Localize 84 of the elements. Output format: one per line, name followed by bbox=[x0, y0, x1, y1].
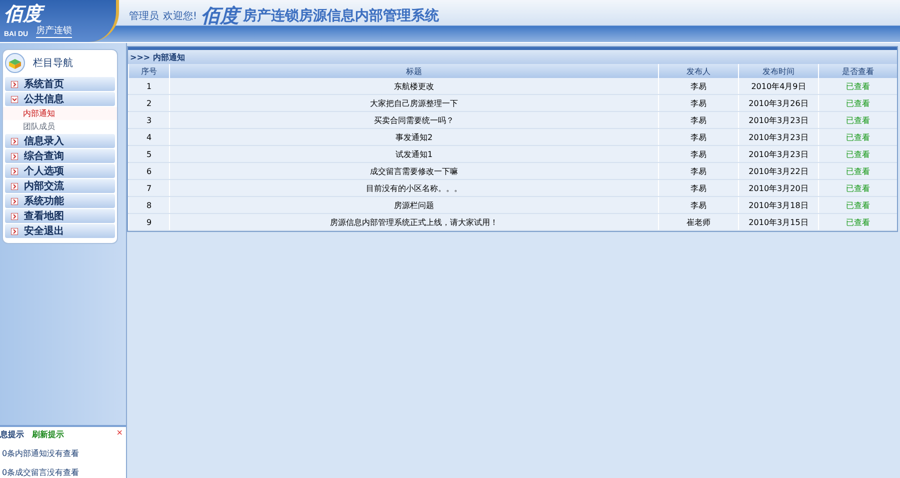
table-cell: 李易 bbox=[658, 162, 738, 180]
table-cell: 李易 bbox=[658, 94, 738, 112]
nav-item[interactable]: 综合查询 bbox=[5, 149, 115, 163]
table-cell: 2010年3月15日 bbox=[738, 214, 818, 230]
table-cell: 李易 bbox=[658, 146, 738, 162]
nav-item[interactable]: 内部交流 bbox=[5, 179, 115, 193]
notice-title-link[interactable]: 东航楼更改 bbox=[170, 78, 658, 94]
table-cell: 李易 bbox=[658, 78, 738, 94]
column-header: 是否查看 bbox=[818, 64, 897, 78]
chevron-right-icon bbox=[11, 212, 18, 220]
system-title: 房产连锁房源信息内部管理系统 bbox=[243, 7, 440, 25]
table-cell: 2 bbox=[128, 94, 170, 112]
table-cell: 已查看 bbox=[818, 112, 897, 128]
breadcrumb: >>> 内部通知 bbox=[128, 47, 897, 64]
table-cell: 李易 bbox=[658, 180, 738, 196]
chevron-right-icon bbox=[11, 168, 18, 174]
table-cell: 7 bbox=[128, 180, 170, 196]
notice-title-link[interactable]: 目前没有的小区名称。。。 bbox=[170, 180, 658, 196]
table-cell: 已查看 bbox=[818, 78, 897, 94]
logo-tagline: 房产连锁 bbox=[36, 24, 72, 38]
nav-subitem[interactable]: 团队成员 bbox=[3, 120, 117, 133]
table-cell: 8 bbox=[128, 196, 170, 214]
chevron-right-icon bbox=[11, 182, 18, 190]
notice-title-link[interactable]: 房源信息内部管理系统正式上线，请大家试用！ bbox=[170, 214, 658, 230]
table-cell: 2010年3月20日 bbox=[738, 180, 818, 196]
notice-title-link[interactable]: 试发通知1 bbox=[170, 146, 658, 162]
column-header: 发布时间 bbox=[738, 64, 818, 78]
table-cell: 5 bbox=[128, 146, 170, 162]
welcome-text: 欢迎您! bbox=[163, 10, 198, 23]
chevron-right-icon bbox=[11, 80, 18, 88]
chevron-right-icon bbox=[11, 198, 18, 204]
table-cell: 已查看 bbox=[818, 214, 897, 230]
table-cell: 1 bbox=[128, 78, 170, 94]
table-cell: 4 bbox=[128, 128, 170, 146]
chevron-right-icon bbox=[11, 138, 18, 144]
brand-text: 佰度 bbox=[201, 3, 240, 29]
table-cell: 李易 bbox=[658, 112, 738, 128]
user-role: 管理员 bbox=[129, 10, 159, 23]
notice-title-link[interactable]: 大家把自己房源整理一下 bbox=[170, 94, 658, 112]
table-cell: 已查看 bbox=[818, 162, 897, 180]
message-line: 0条内部通知没有查看 bbox=[1, 448, 80, 459]
table-cell: 2010年4月9日 bbox=[738, 78, 818, 94]
table-cell: 2010年3月26日 bbox=[738, 94, 818, 112]
column-header: 发布人 bbox=[658, 64, 738, 78]
cube-icon bbox=[5, 53, 25, 73]
notice-title-link[interactable]: 买卖合同需要统一吗？ bbox=[170, 112, 658, 128]
nav-item[interactable]: 查看地图 bbox=[5, 209, 115, 223]
nav-item[interactable]: 安全退出 bbox=[5, 224, 115, 238]
chevron-right-icon bbox=[11, 228, 18, 234]
logo-text: 佰度 bbox=[4, 4, 116, 24]
table-cell: 已查看 bbox=[818, 94, 897, 112]
table-cell: 已查看 bbox=[818, 180, 897, 196]
table-cell: 2010年3月23日 bbox=[738, 112, 818, 128]
nav-title: 栏目导航 bbox=[33, 56, 73, 70]
notice-title-link[interactable]: 房源栏问题 bbox=[170, 196, 658, 214]
chevron-right-icon bbox=[11, 152, 18, 160]
table-cell: 李易 bbox=[658, 196, 738, 214]
table-cell: 3 bbox=[128, 112, 170, 128]
close-button[interactable]: × bbox=[116, 428, 123, 437]
nav-item[interactable]: 系统功能 bbox=[5, 194, 115, 208]
table-cell: 2010年3月18日 bbox=[738, 196, 818, 214]
table-cell: 2010年3月23日 bbox=[738, 146, 818, 162]
table-cell: 2010年3月23日 bbox=[738, 128, 818, 146]
table-cell: 已查看 bbox=[818, 128, 897, 146]
message-line: 0条成交留言没有查看 bbox=[1, 467, 80, 478]
column-header: 标题 bbox=[170, 64, 658, 78]
message-title: 息提示 bbox=[0, 429, 24, 440]
table-cell: 崔老师 bbox=[658, 214, 738, 230]
table-cell: 已查看 bbox=[818, 146, 897, 162]
notice-title-link[interactable]: 事发通知2 bbox=[170, 128, 658, 146]
chevron-down-icon bbox=[11, 96, 18, 102]
nav-subitem[interactable]: 内部通知 bbox=[3, 107, 117, 120]
notice-title-link[interactable]: 成交留言需要修改一下嘛 bbox=[170, 162, 658, 180]
nav-item[interactable]: 个人选项 bbox=[5, 164, 115, 178]
table-cell: 6 bbox=[128, 162, 170, 180]
table-cell: 2010年3月22日 bbox=[738, 162, 818, 180]
column-header: 序号 bbox=[128, 64, 170, 78]
table-cell: 李易 bbox=[658, 128, 738, 146]
nav-item[interactable]: 系统首页 bbox=[5, 77, 115, 91]
table-cell: 已查看 bbox=[818, 196, 897, 214]
nav-item[interactable]: 公共信息 bbox=[5, 92, 115, 106]
table-cell: 9 bbox=[128, 214, 170, 230]
refresh-link[interactable]: 刷新提示 bbox=[32, 429, 64, 440]
nav-item[interactable]: 信息录入 bbox=[5, 134, 115, 148]
